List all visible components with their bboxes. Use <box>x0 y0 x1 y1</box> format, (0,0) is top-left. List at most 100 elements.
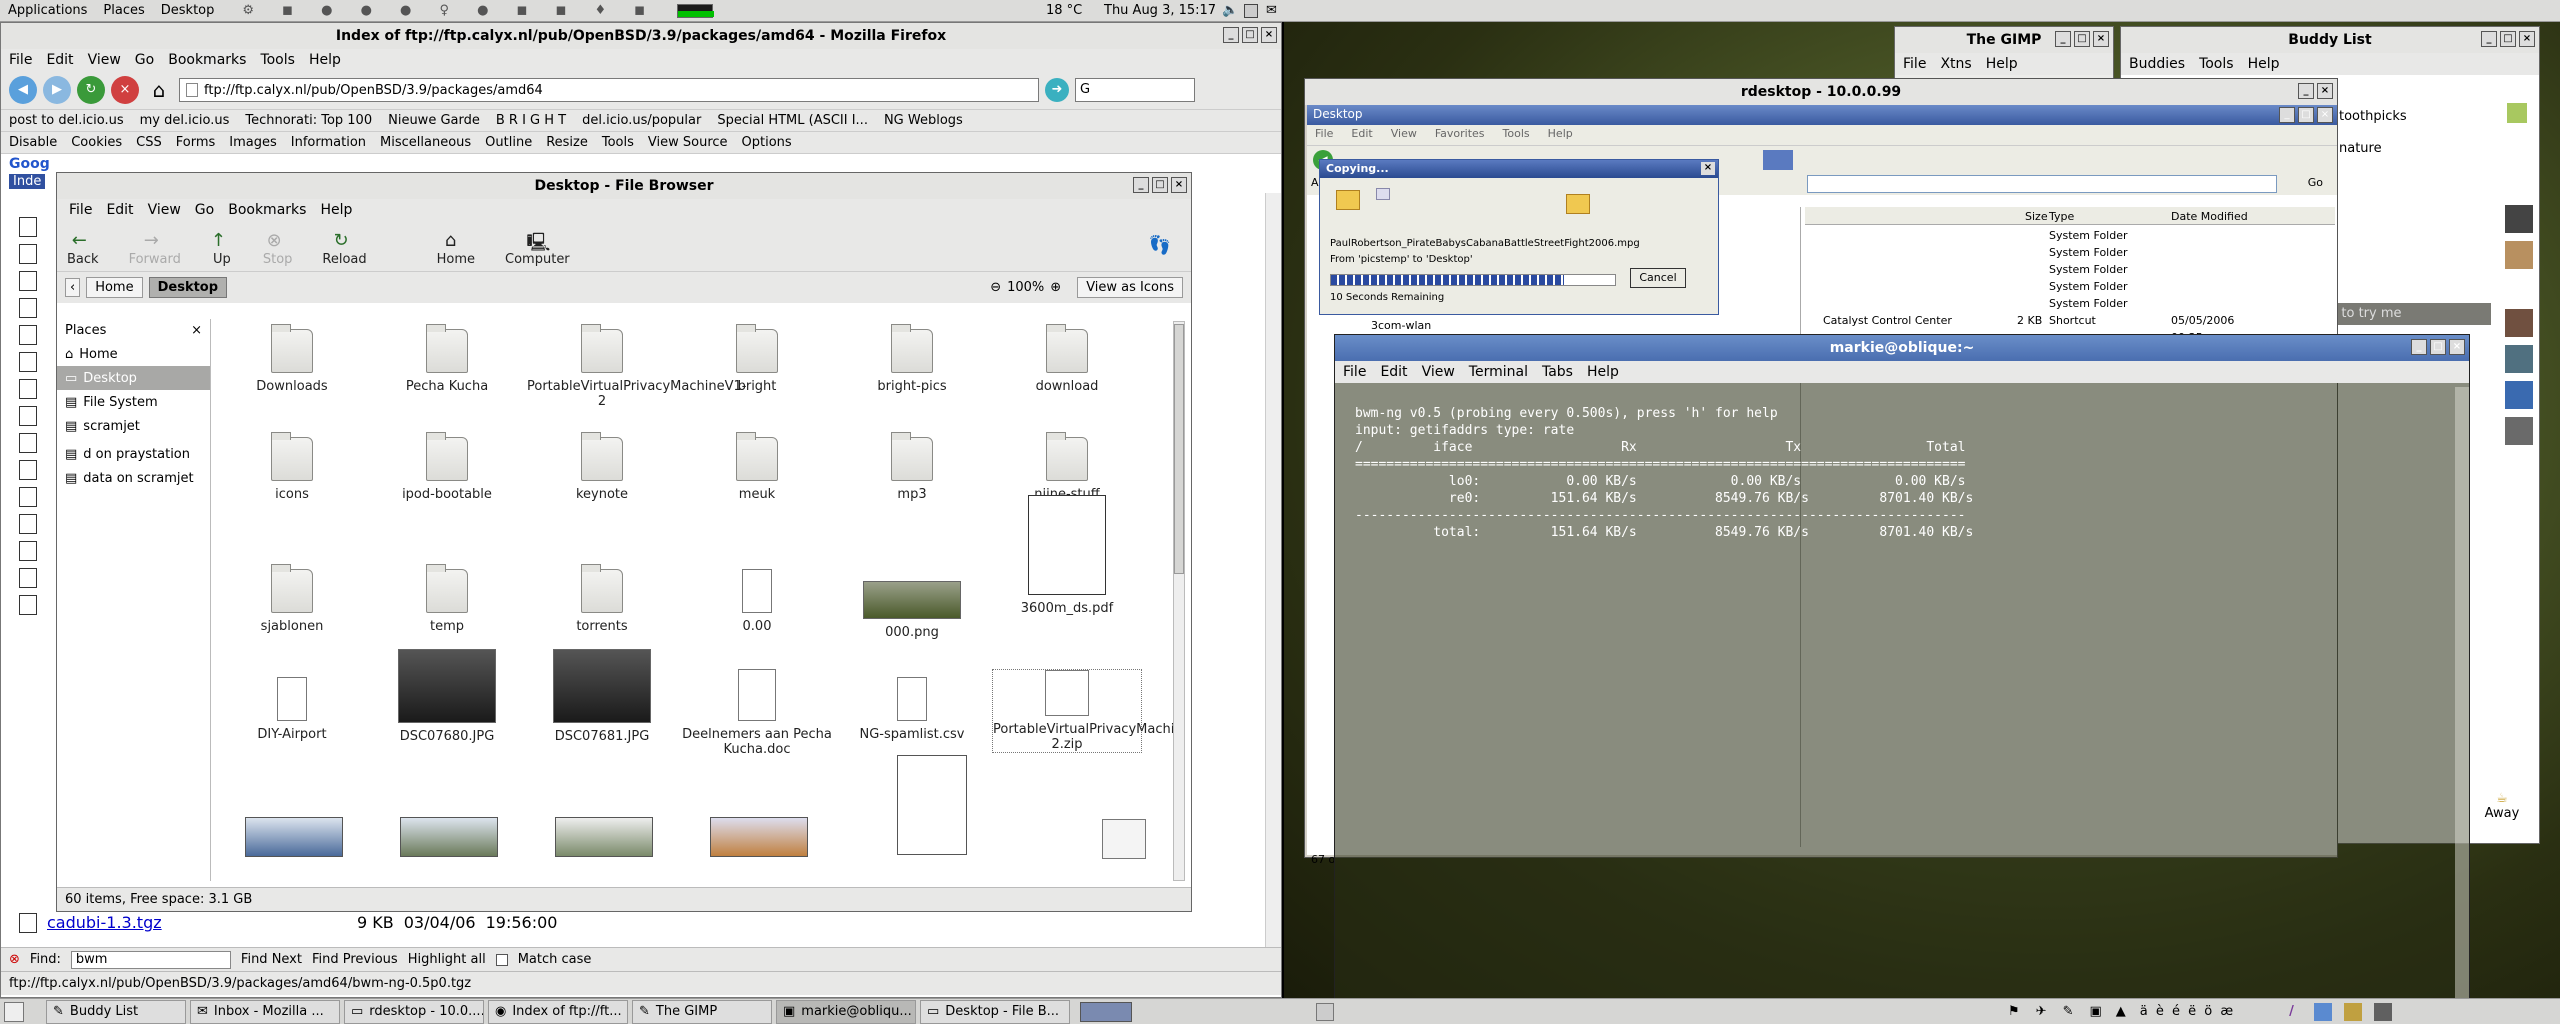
fb-computer-button[interactable]: 🖳 Computer <box>505 230 570 267</box>
file-item[interactable]: ipod-bootable <box>372 432 522 502</box>
address-input[interactable] <box>1807 175 2277 193</box>
devbar-outline[interactable]: Outline <box>485 135 532 150</box>
terminal-titlebar[interactable]: markie@oblique:~ _ □ × <box>1335 335 2469 361</box>
file-item[interactable]: Pecha Kucha <box>372 324 522 394</box>
devbar-disable[interactable]: Disable <box>9 135 57 150</box>
ff-menu-bookmarks[interactable]: Bookmarks <box>168 52 246 68</box>
status-selector[interactable]: ☕ Away <box>2471 791 2533 831</box>
file-item[interactable]: meuk <box>682 432 832 502</box>
tray-mail-icon[interactable]: ✈ <box>2036 1004 2047 1019</box>
maximize-button[interactable]: □ <box>2500 31 2516 47</box>
gimp-titlebar[interactable]: The GIMP _ □ × <box>1895 27 2113 53</box>
fb-menu-file[interactable]: File <box>69 202 92 218</box>
task-buddy-list[interactable]: ✎ Buddy List <box>46 999 186 1024</box>
bookmark-item[interactable]: my del.icio.us <box>140 113 230 128</box>
forward-icon[interactable]: ▶ <box>43 76 71 104</box>
panel-menu-places[interactable]: Places <box>95 3 152 18</box>
tray-edit-icon[interactable]: ✎ <box>2063 1004 2074 1019</box>
ftp-filename[interactable]: cadubi-1.3.tgz <box>47 913 347 933</box>
gimp-menu-help[interactable]: Help <box>1986 56 2018 72</box>
bookmark-item[interactable]: Technorati: Top 100 <box>245 113 372 128</box>
buddy-titlebar[interactable]: Buddy List _ □ × <box>2121 27 2539 53</box>
file-item[interactable]: torrents <box>527 564 677 634</box>
bookmark-item[interactable]: del.icio.us/popular <box>582 113 701 128</box>
go-icon[interactable]: ➜ <box>1045 78 1069 102</box>
panel-menu-desktop[interactable]: Desktop <box>153 3 223 18</box>
file-item[interactable]: 3600m_ds.pdf <box>992 495 1142 616</box>
list-row[interactable]: System Folder <box>1805 227 2225 244</box>
screenshot-thumbnail[interactable] <box>710 817 808 857</box>
view-as-select[interactable]: View as Icons <box>1077 277 1183 298</box>
minimize-button[interactable]: _ <box>2411 339 2427 355</box>
tray-app-icon[interactable] <box>2373 1002 2392 1021</box>
file-item[interactable]: DSC07680.JPG <box>372 649 522 744</box>
cancel-button[interactable]: Cancel <box>1630 268 1686 288</box>
file-item[interactable]: 0.00 <box>682 569 832 634</box>
file-item[interactable]: bright <box>682 324 832 394</box>
file-item[interactable]: 000.png <box>837 581 987 640</box>
fb-reload-button[interactable]: ↻ Reload <box>322 230 366 267</box>
list-row[interactable]: System Folder <box>1805 244 2225 261</box>
list-row[interactable]: System Folder <box>1805 295 2225 312</box>
workspace-switcher[interactable] <box>1080 1001 1132 1022</box>
bookmark-item[interactable]: Special HTML (ASCII I... <box>717 113 868 128</box>
minimize-button[interactable]: _ <box>2055 31 2071 47</box>
col-type[interactable]: Type <box>2049 210 2074 223</box>
find-previous-button[interactable]: Find Previous <box>312 952 398 967</box>
task-file-browser[interactable]: ▭ Desktop - File B... <box>920 999 1070 1024</box>
file-item[interactable]: DIY-Airport <box>217 677 367 742</box>
devbar-resize[interactable]: Resize <box>546 135 588 150</box>
zoom-out-icon[interactable]: ⊖ <box>990 280 1001 295</box>
tray-icon[interactable] <box>1316 1002 1334 1021</box>
ff-menu-go[interactable]: Go <box>135 52 154 68</box>
devbar-tools[interactable]: Tools <box>602 135 634 150</box>
explorer-menu-favorites[interactable]: Favorites <box>1435 127 1485 143</box>
crumb-desktop[interactable]: Desktop <box>148 277 228 298</box>
gimp-menu-xtns[interactable]: Xtns <box>1940 56 1971 72</box>
devbar-misc[interactable]: Miscellaneous <box>380 135 471 150</box>
buddy-menu-buddies[interactable]: Buddies <box>2129 56 2185 72</box>
crumb-left-button[interactable]: ‹ <box>65 278 81 297</box>
explorer-menu-edit[interactable]: Edit <box>1351 127 1372 143</box>
place-desktop[interactable]: ▭ Desktop <box>57 366 210 390</box>
views-icon[interactable] <box>1763 150 1793 170</box>
tray-app-icon[interactable] <box>2313 1002 2332 1021</box>
match-case-checkbox[interactable] <box>495 953 508 966</box>
list-row[interactable]: System Folder <box>1805 261 2225 278</box>
task-gimp[interactable]: ✎ The GIMP <box>632 999 772 1024</box>
devbar-images[interactable]: Images <box>229 135 277 150</box>
index-tab[interactable]: Inde <box>9 174 46 189</box>
screenshot-thumbnail[interactable] <box>245 817 343 857</box>
places-dropdown[interactable]: Places <box>65 323 106 338</box>
bookmark-item[interactable]: post to del.icio.us <box>9 113 124 128</box>
archive-icon[interactable] <box>1102 819 1146 859</box>
term-menu-help[interactable]: Help <box>1587 364 1619 380</box>
close-button[interactable]: × <box>1701 162 1715 175</box>
file-item[interactable]: sjablonen <box>217 564 367 634</box>
tray-arrow-icon[interactable]: ▲ <box>2116 1004 2126 1019</box>
fb-menu-view[interactable]: View <box>148 202 181 218</box>
col-date[interactable]: Date Modified <box>2171 210 2248 223</box>
place-scramjet[interactable]: ▤ scramjet <box>57 414 210 438</box>
buddy-menu-help[interactable]: Help <box>2248 56 2280 72</box>
icon-view-scrollbar[interactable] <box>1173 321 1185 881</box>
rdesktop-titlebar[interactable]: rdesktop - 10.0.0.99 _ × <box>1305 79 2337 105</box>
close-button[interactable]: × <box>2317 107 2333 123</box>
tray-app-icon[interactable] <box>2343 1002 2362 1021</box>
list-row[interactable]: Catalyst Control Center 2 KB Shortcut 05… <box>1805 312 2234 344</box>
file-item[interactable]: PortableVirtualPrivacyMachineV1-2.zip <box>992 669 1173 753</box>
screenshot-thumbnail[interactable] <box>400 817 498 857</box>
col-size[interactable]: Size <box>2025 210 2048 223</box>
devbar-options[interactable]: Options <box>742 135 792 150</box>
close-button[interactable]: × <box>1261 27 1277 43</box>
mail-icon[interactable]: ✉ <box>1266 3 1277 18</box>
term-menu-terminal[interactable]: Terminal <box>1469 364 1528 380</box>
term-menu-edit[interactable]: Edit <box>1380 364 1407 380</box>
volume-icon[interactable]: 🔈 <box>1222 3 1238 18</box>
find-input[interactable]: bwm <box>70 950 231 969</box>
ff-menu-file[interactable]: File <box>9 52 32 68</box>
ff-menu-view[interactable]: View <box>88 52 121 68</box>
fb-stop-button[interactable]: ⊗ Stop <box>263 230 293 267</box>
file-item[interactable]: nijne-stuff <box>992 432 1142 502</box>
term-menu-tabs[interactable]: Tabs <box>1542 364 1573 380</box>
